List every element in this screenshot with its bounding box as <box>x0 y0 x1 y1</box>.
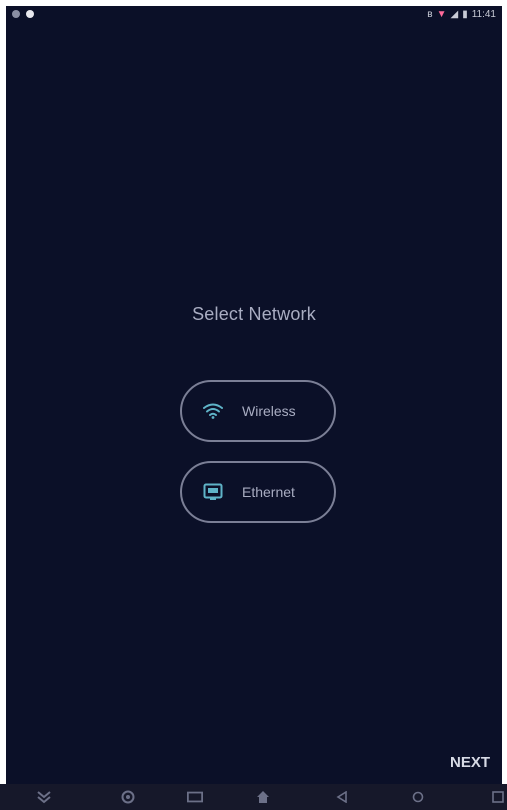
wifi-icon <box>202 400 224 422</box>
back-icon[interactable] <box>334 789 350 805</box>
status-notifications <box>12 10 34 18</box>
network-setup-screen: ʙ ▼ ◢ ▮ 11:41 Select Network Wireless Et… <box>6 6 502 784</box>
page-title: Select Network <box>192 304 316 324</box>
device-screen: ʙ ▼ ◢ ▮ 11:41 Select Network Wireless Et… <box>0 0 507 810</box>
navigation-bar <box>0 784 507 810</box>
status-indicators: ʙ ▼ ◢ ▮ 11:41 <box>427 9 496 21</box>
status-bar: ʙ ▼ ◢ ▮ 11:41 <box>6 6 502 26</box>
recent-apps-icon[interactable] <box>187 789 203 805</box>
status-time: 11:41 <box>471 9 496 20</box>
wireless-option-label: Wireless <box>242 403 296 419</box>
next-button[interactable]: NEXT <box>450 754 490 771</box>
battery-icon: ▮ <box>462 9 468 20</box>
notification-icon <box>12 10 20 18</box>
screenshot-icon[interactable] <box>120 789 136 805</box>
bluetooth-icon: ʙ <box>427 9 433 20</box>
circle-icon[interactable] <box>410 789 426 805</box>
ethernet-icon <box>202 481 224 503</box>
signal-icon: ◢ <box>450 9 459 20</box>
ethernet-option-label: Ethernet <box>242 484 295 500</box>
ethernet-option-button[interactable]: Ethernet <box>180 461 336 523</box>
wifi-icon: ▼ <box>436 9 447 20</box>
home-icon[interactable] <box>255 789 271 805</box>
app-notification-icon <box>26 10 34 18</box>
overview-icon[interactable] <box>490 789 506 805</box>
collapse-icon[interactable] <box>36 789 52 805</box>
wireless-option-button[interactable]: Wireless <box>180 380 336 442</box>
